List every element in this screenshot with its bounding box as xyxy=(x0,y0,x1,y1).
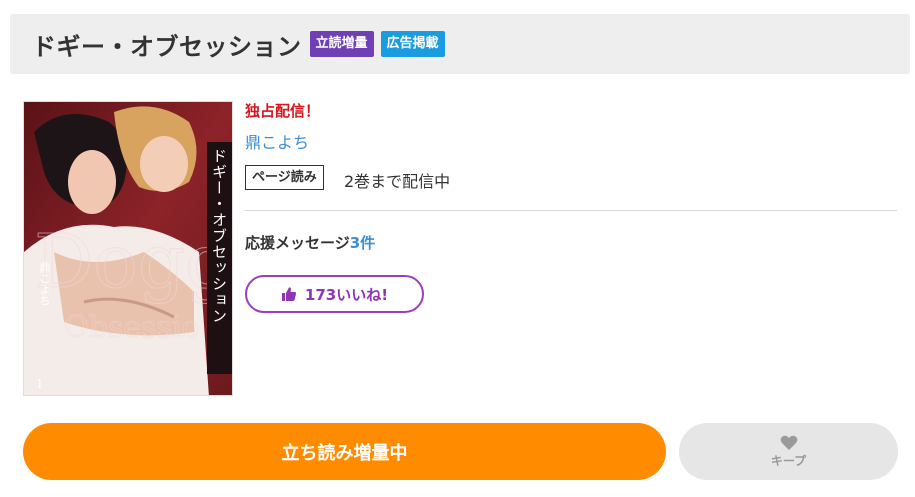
page-read-tag: ページ読み xyxy=(245,165,324,190)
svg-text:Dogg: Dogg xyxy=(34,219,233,305)
trial-read-label: 立ち読み増量中 xyxy=(281,442,408,464)
cover-image[interactable]: Dogg Obsessio ドギー・オブセッション 鼎こよち 1 xyxy=(23,101,233,396)
title-bar: ドギー・オブセッション 立読増量 広告掲載 xyxy=(10,14,910,74)
cover-volume-number: 1 xyxy=(36,377,44,391)
support-messages-label: 応援メッセージ xyxy=(245,234,350,252)
like-button[interactable]: 173いいね! xyxy=(245,275,424,313)
support-messages-count: 3件 xyxy=(349,234,376,252)
cover-vertical-title: ドギー・オブセッション xyxy=(210,148,228,324)
page-title: ドギー・オブセッション xyxy=(32,32,302,61)
badge-extended-preview: 立読増量 xyxy=(309,31,374,57)
thumbs-up-icon xyxy=(281,287,297,301)
keep-button[interactable]: キープ xyxy=(679,423,898,480)
like-count-label: 173いいね! xyxy=(304,285,389,304)
exclusive-label: 独占配信！ xyxy=(245,102,321,120)
divider xyxy=(245,210,897,211)
svg-text:Obsessio: Obsessio xyxy=(64,310,199,345)
heart-icon xyxy=(780,435,797,450)
author-link[interactable]: 鼎こよち xyxy=(245,129,309,153)
trial-read-button[interactable]: 立ち読み増量中 xyxy=(23,423,666,480)
badge-ad: 広告掲載 xyxy=(380,31,445,57)
support-messages-link[interactable]: 応援メッセージ3件 xyxy=(245,232,375,253)
cover-artwork: Dogg Obsessio xyxy=(24,102,233,395)
cover-author: 鼎こよち xyxy=(38,262,51,306)
release-status: 2巻まで配信中 xyxy=(344,172,451,191)
keep-label: キープ xyxy=(770,453,807,468)
